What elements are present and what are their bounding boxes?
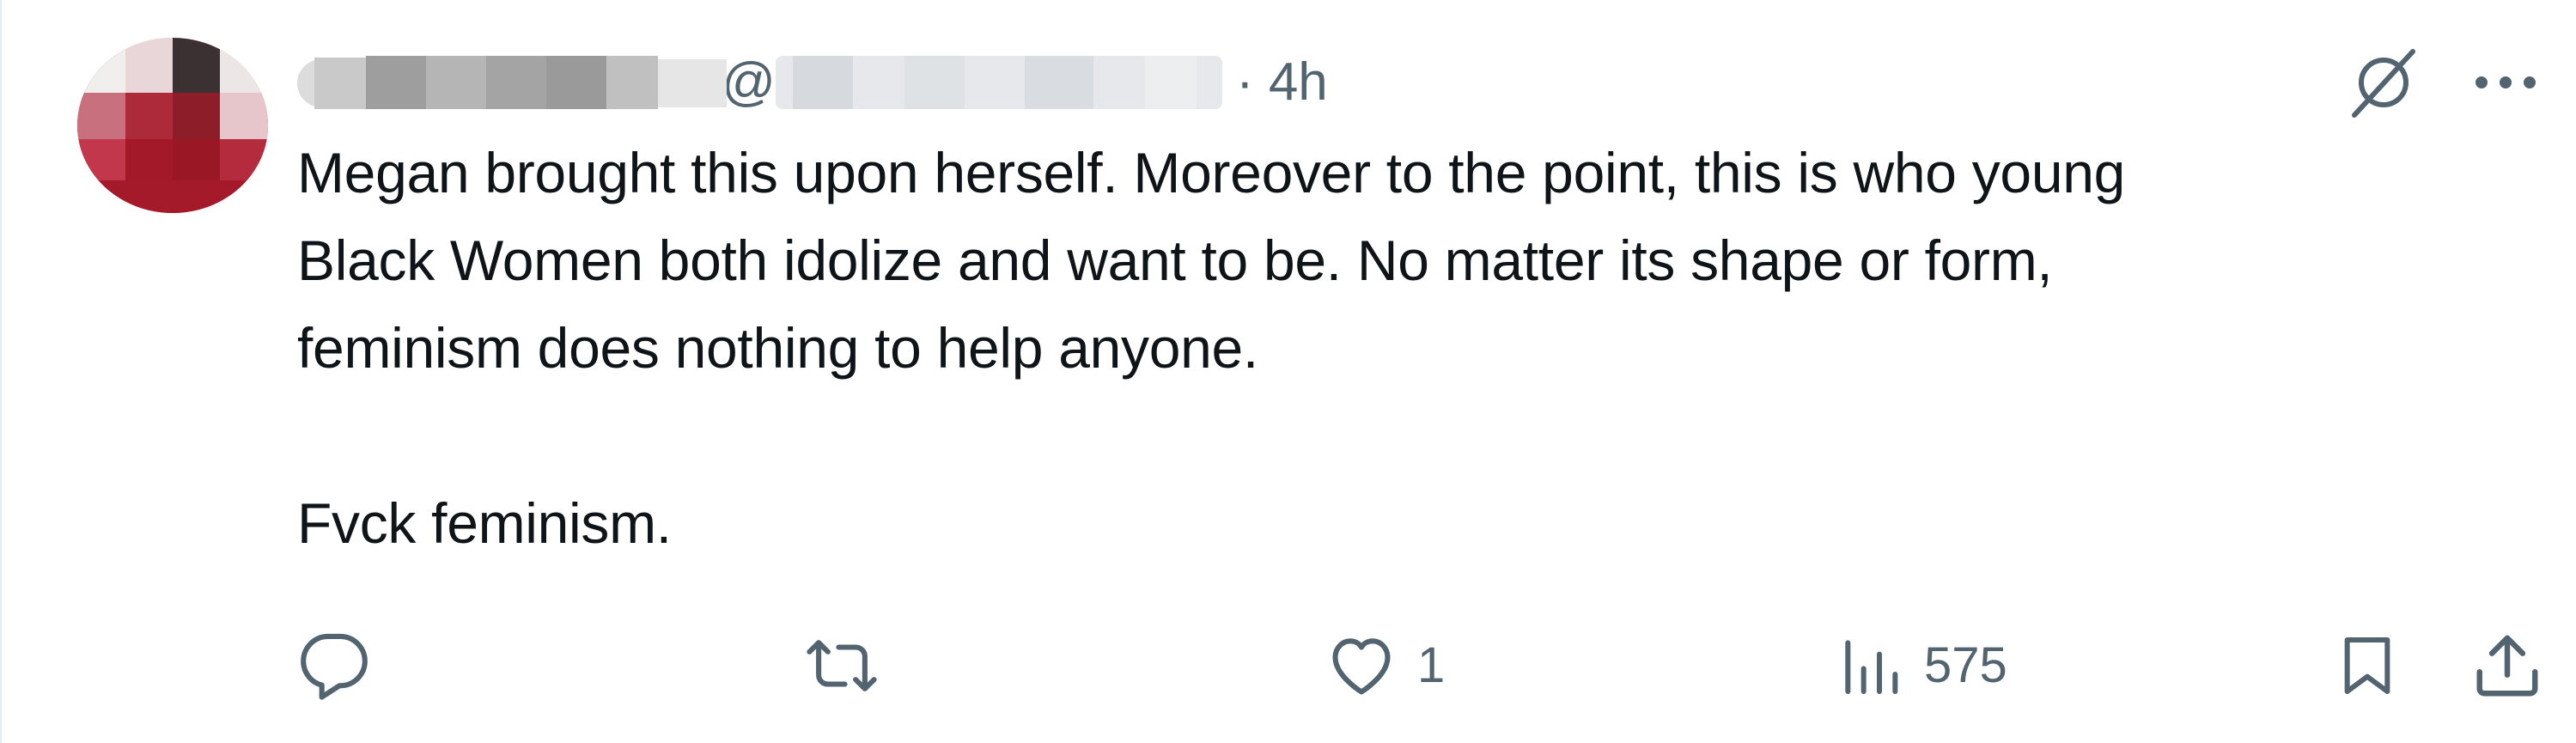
post-text: Megan brought this upon herself. Moreove… [297,129,2513,567]
display-name-redacted[interactable] [297,47,727,118]
post-container[interactable]: @ · 4h Megan brought this upon herself. [0,0,2576,743]
views-icon [1836,629,1905,703]
handle-at-symbol: @ [722,52,776,112]
views-count: 575 [1924,637,2007,693]
post-action-bar: 1 575 [297,627,2548,704]
like-count: 1 [1417,637,1446,693]
views-button[interactable]: 575 [1836,627,2007,704]
repost-button[interactable] [802,627,900,704]
bookmark-icon [2333,629,2402,703]
repost-icon [802,629,881,703]
share-button[interactable] [2470,627,2544,704]
grok-icon[interactable] [2342,43,2421,122]
post-top-actions [2342,43,2540,122]
post-text-line: Megan brought this upon herself. Moreove… [297,141,2126,204]
bookmark-button[interactable] [2333,627,2402,704]
post-text-line: Fvck feminism. [297,491,672,555]
post-header: @ · 4h [297,45,1328,120]
share-icon [2470,629,2544,703]
like-button[interactable]: 1 [1325,627,1445,704]
avatar[interactable] [77,38,268,213]
more-icon[interactable] [2471,70,2540,95]
post-text-line: Black Women both idolize and want to be.… [297,228,2053,292]
handle-redacted[interactable] [775,47,1222,118]
post-text-line: feminism does nothing to help anyone. [297,316,1258,380]
reply-icon [297,629,371,703]
reply-button[interactable] [297,627,390,704]
heart-icon [1325,629,1398,703]
post-timestamp[interactable]: · 4h [1236,47,1328,118]
